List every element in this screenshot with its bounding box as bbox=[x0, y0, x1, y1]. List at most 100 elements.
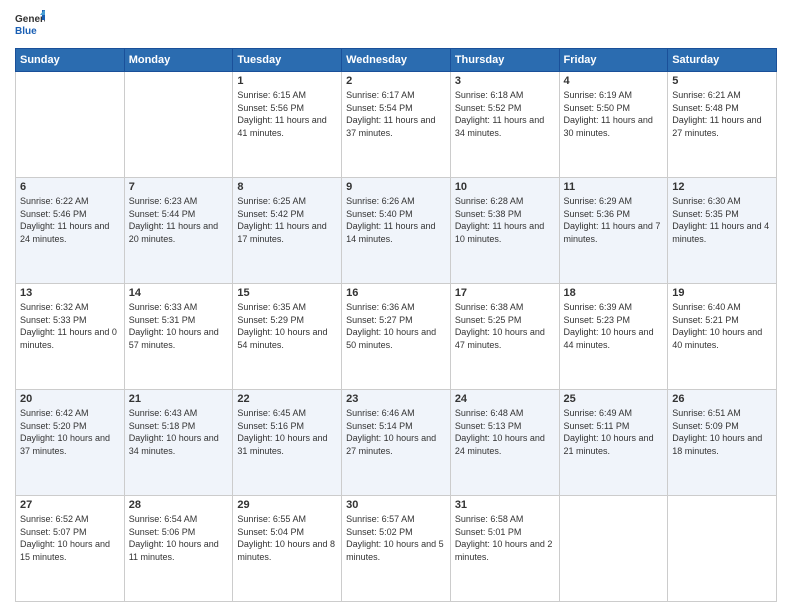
day-cell: 29 Sunrise: 6:55 AM Sunset: 5:04 PM Dayli… bbox=[233, 496, 342, 602]
weekday-header-row: SundayMondayTuesdayWednesdayThursdayFrid… bbox=[16, 49, 777, 72]
day-info: Sunrise: 6:55 AM Sunset: 5:04 PM Dayligh… bbox=[237, 513, 337, 563]
day-number: 4 bbox=[564, 75, 664, 87]
day-number: 6 bbox=[20, 181, 120, 193]
day-number: 15 bbox=[237, 287, 337, 299]
day-cell: 24Sunrise: 6:48 AM Sunset: 5:13 PM Dayli… bbox=[450, 390, 559, 496]
day-number: 7 bbox=[129, 181, 229, 193]
day-cell bbox=[668, 496, 777, 602]
day-cell: 12Sunrise: 6:30 AM Sunset: 5:35 PM Dayli… bbox=[668, 178, 777, 284]
day-info: Sunrise: 6:35 AM Sunset: 5:29 PM Dayligh… bbox=[237, 301, 337, 351]
day-info: Sunrise: 6:49 AM Sunset: 5:11 PM Dayligh… bbox=[564, 407, 664, 457]
day-info: Sunrise: 6:23 AM Sunset: 5:44 PM Dayligh… bbox=[129, 195, 229, 245]
week-row-3: 13Sunrise: 6:32 AM Sunset: 5:33 PM Dayli… bbox=[16, 284, 777, 390]
day-number: 16 bbox=[346, 287, 446, 299]
day-info: Sunrise: 6:40 AM Sunset: 5:21 PM Dayligh… bbox=[672, 301, 772, 351]
day-number: 29 bbox=[237, 499, 337, 511]
day-cell: 18 Sunrise: 6:39 AM Sunset: 5:23 PM Dayli… bbox=[559, 284, 668, 390]
day-number: 26 bbox=[672, 393, 772, 405]
day-number: 21 bbox=[129, 393, 229, 405]
day-cell: 22Sunrise: 6:45 AM Sunset: 5:16 PM Dayli… bbox=[233, 390, 342, 496]
day-cell bbox=[16, 72, 125, 178]
day-cell: 5 Sunrise: 6:21 AM Sunset: 5:48 PM Daylig… bbox=[668, 72, 777, 178]
day-info: Sunrise: 6:58 AM Sunset: 5:01 PM Dayligh… bbox=[455, 513, 555, 563]
day-cell bbox=[559, 496, 668, 602]
day-info: Sunrise: 6:30 AM Sunset: 5:35 PM Dayligh… bbox=[672, 195, 772, 245]
day-cell: 8 Sunrise: 6:25 AM Sunset: 5:42 PM Daylig… bbox=[233, 178, 342, 284]
svg-text:Blue: Blue bbox=[15, 26, 37, 37]
day-cell: 28Sunrise: 6:54 AM Sunset: 5:06 PM Dayli… bbox=[124, 496, 233, 602]
day-cell: 3 Sunrise: 6:18 AM Sunset: 5:52 PM Daylig… bbox=[450, 72, 559, 178]
day-cell bbox=[124, 72, 233, 178]
day-number: 31 bbox=[455, 499, 555, 511]
weekday-monday: Monday bbox=[124, 49, 233, 72]
day-number: 14 bbox=[129, 287, 229, 299]
day-number: 18 bbox=[564, 287, 664, 299]
day-cell: 7 Sunrise: 6:23 AM Sunset: 5:44 PM Daylig… bbox=[124, 178, 233, 284]
day-cell: 2 Sunrise: 6:17 AM Sunset: 5:54 PM Daylig… bbox=[342, 72, 451, 178]
day-info: Sunrise: 6:28 AM Sunset: 5:38 PM Dayligh… bbox=[455, 195, 555, 245]
day-cell: 27Sunrise: 6:52 AM Sunset: 5:07 PM Dayli… bbox=[16, 496, 125, 602]
weekday-thursday: Thursday bbox=[450, 49, 559, 72]
day-number: 20 bbox=[20, 393, 120, 405]
week-row-2: 6Sunrise: 6:22 AM Sunset: 5:46 PM Daylig… bbox=[16, 178, 777, 284]
day-info: Sunrise: 6:45 AM Sunset: 5:16 PM Dayligh… bbox=[237, 407, 337, 457]
day-number: 19 bbox=[672, 287, 772, 299]
day-info: Sunrise: 6:38 AM Sunset: 5:25 PM Dayligh… bbox=[455, 301, 555, 351]
day-info: Sunrise: 6:51 AM Sunset: 5:09 PM Dayligh… bbox=[672, 407, 772, 457]
week-row-5: 27Sunrise: 6:52 AM Sunset: 5:07 PM Dayli… bbox=[16, 496, 777, 602]
day-number: 17 bbox=[455, 287, 555, 299]
day-number: 11 bbox=[564, 181, 664, 193]
weekday-wednesday: Wednesday bbox=[342, 49, 451, 72]
day-cell: 31 Sunrise: 6:58 AM Sunset: 5:01 PM Dayli… bbox=[450, 496, 559, 602]
day-number: 2 bbox=[346, 75, 446, 87]
day-cell: 25Sunrise: 6:49 AM Sunset: 5:11 PM Dayli… bbox=[559, 390, 668, 496]
day-info: Sunrise: 6:57 AM Sunset: 5:02 PM Dayligh… bbox=[346, 513, 446, 563]
logo: General Blue bbox=[15, 10, 45, 40]
day-info: Sunrise: 6:39 AM Sunset: 5:23 PM Dayligh… bbox=[564, 301, 664, 351]
day-number: 8 bbox=[237, 181, 337, 193]
weekday-tuesday: Tuesday bbox=[233, 49, 342, 72]
day-cell: 26 Sunrise: 6:51 AM Sunset: 5:09 PM Dayli… bbox=[668, 390, 777, 496]
day-cell: 11 Sunrise: 6:29 AM Sunset: 5:36 PM Dayli… bbox=[559, 178, 668, 284]
day-cell: 14 Sunrise: 6:33 AM Sunset: 5:31 PM Dayli… bbox=[124, 284, 233, 390]
day-number: 23 bbox=[346, 393, 446, 405]
day-cell: 30 Sunrise: 6:57 AM Sunset: 5:02 PM Dayli… bbox=[342, 496, 451, 602]
week-row-4: 20 Sunrise: 6:42 AM Sunset: 5:20 PM Dayli… bbox=[16, 390, 777, 496]
week-row-1: 1Sunrise: 6:15 AM Sunset: 5:56 PM Daylig… bbox=[16, 72, 777, 178]
day-info: Sunrise: 6:32 AM Sunset: 5:33 PM Dayligh… bbox=[20, 301, 120, 351]
day-number: 10 bbox=[455, 181, 555, 193]
day-info: Sunrise: 6:43 AM Sunset: 5:18 PM Dayligh… bbox=[129, 407, 229, 457]
day-cell: 16 Sunrise: 6:36 AM Sunset: 5:27 PM Dayli… bbox=[342, 284, 451, 390]
weekday-saturday: Saturday bbox=[668, 49, 777, 72]
day-info: Sunrise: 6:18 AM Sunset: 5:52 PM Dayligh… bbox=[455, 89, 555, 139]
day-info: Sunrise: 6:15 AM Sunset: 5:56 PM Dayligh… bbox=[237, 89, 337, 139]
day-number: 3 bbox=[455, 75, 555, 87]
day-info: Sunrise: 6:42 AM Sunset: 5:20 PM Dayligh… bbox=[20, 407, 120, 457]
day-number: 27 bbox=[20, 499, 120, 511]
logo-container: General Blue bbox=[15, 10, 45, 40]
day-cell: 6Sunrise: 6:22 AM Sunset: 5:46 PM Daylig… bbox=[16, 178, 125, 284]
logo-icon: General Blue bbox=[15, 10, 45, 40]
day-cell: 20 Sunrise: 6:42 AM Sunset: 5:20 PM Dayli… bbox=[16, 390, 125, 496]
weekday-friday: Friday bbox=[559, 49, 668, 72]
day-info: Sunrise: 6:21 AM Sunset: 5:48 PM Dayligh… bbox=[672, 89, 772, 139]
header: General Blue bbox=[15, 10, 777, 40]
weekday-sunday: Sunday bbox=[16, 49, 125, 72]
day-cell: 10 Sunrise: 6:28 AM Sunset: 5:38 PM Dayli… bbox=[450, 178, 559, 284]
day-cell: 9 Sunrise: 6:26 AM Sunset: 5:40 PM Daylig… bbox=[342, 178, 451, 284]
day-info: Sunrise: 6:36 AM Sunset: 5:27 PM Dayligh… bbox=[346, 301, 446, 351]
day-info: Sunrise: 6:33 AM Sunset: 5:31 PM Dayligh… bbox=[129, 301, 229, 351]
day-cell: 15 Sunrise: 6:35 AM Sunset: 5:29 PM Dayli… bbox=[233, 284, 342, 390]
day-info: Sunrise: 6:54 AM Sunset: 5:06 PM Dayligh… bbox=[129, 513, 229, 563]
day-cell: 17 Sunrise: 6:38 AM Sunset: 5:25 PM Dayli… bbox=[450, 284, 559, 390]
day-cell: 1Sunrise: 6:15 AM Sunset: 5:56 PM Daylig… bbox=[233, 72, 342, 178]
day-info: Sunrise: 6:26 AM Sunset: 5:40 PM Dayligh… bbox=[346, 195, 446, 245]
day-number: 24 bbox=[455, 393, 555, 405]
day-info: Sunrise: 6:29 AM Sunset: 5:36 PM Dayligh… bbox=[564, 195, 664, 245]
day-info: Sunrise: 6:17 AM Sunset: 5:54 PM Dayligh… bbox=[346, 89, 446, 139]
day-number: 5 bbox=[672, 75, 772, 87]
day-info: Sunrise: 6:46 AM Sunset: 5:14 PM Dayligh… bbox=[346, 407, 446, 457]
day-number: 30 bbox=[346, 499, 446, 511]
day-info: Sunrise: 6:25 AM Sunset: 5:42 PM Dayligh… bbox=[237, 195, 337, 245]
day-number: 9 bbox=[346, 181, 446, 193]
